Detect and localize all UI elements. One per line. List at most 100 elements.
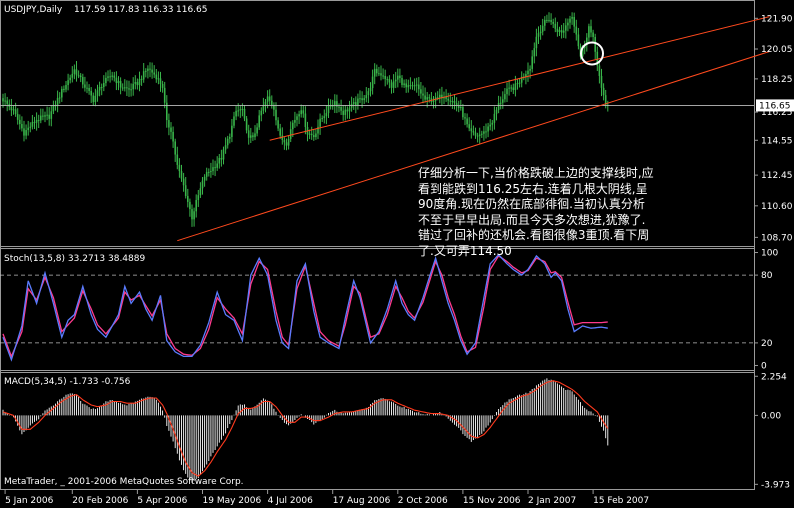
candle-body (464, 117, 466, 119)
candle-body (409, 85, 412, 87)
candle-body (149, 68, 151, 70)
candle-body (289, 129, 292, 139)
annotation-line: 看到能跌到116.25左右.连着几根大阴线,呈 (418, 181, 648, 196)
candle-body (191, 209, 193, 220)
candle-body (367, 91, 370, 96)
candle-body (357, 98, 359, 106)
candle-body (61, 88, 63, 98)
candle-body (161, 83, 164, 88)
candle-body (258, 115, 260, 128)
candle-body (237, 110, 239, 112)
candle-body (56, 98, 59, 106)
candle-body (260, 110, 263, 116)
candle-body (369, 88, 372, 92)
candle-body (252, 135, 254, 138)
candle-body (151, 69, 153, 73)
candle-body (451, 101, 454, 103)
chart-annotation: 仔细分析一下,当价格跌破上边的支撑线时,应 看到能跌到116.25左右.连着几根… (418, 166, 753, 259)
candle-body (264, 101, 267, 106)
candle-body (348, 107, 351, 112)
candle-body (67, 80, 69, 86)
candle-body (554, 23, 557, 29)
candle-body (325, 113, 328, 117)
candle-body (82, 77, 84, 85)
candle-body (481, 133, 483, 135)
candle-body (73, 69, 76, 74)
x-tick-label: 17 Aug 2006 (333, 496, 391, 506)
candle-body (138, 78, 141, 86)
candle-body (420, 89, 422, 94)
candle-body (29, 126, 32, 128)
candle-body (153, 72, 155, 75)
candle-body (449, 100, 452, 102)
candle-body (466, 118, 468, 125)
candle-body (195, 199, 197, 212)
stoch-y-tick: 0 (761, 361, 767, 371)
candle-body (136, 82, 139, 86)
candle-body (16, 114, 19, 120)
candle-body (92, 95, 95, 103)
x-tick-label: 15 Nov 2006 (463, 496, 521, 506)
candle-body (548, 20, 550, 22)
candle-body (350, 103, 353, 108)
candle-body (40, 115, 42, 121)
candle-body (474, 132, 477, 136)
candle-body (531, 56, 533, 69)
candle-body (159, 78, 162, 84)
candle-body (189, 201, 191, 210)
candle-body (134, 82, 137, 84)
candle-body (86, 87, 88, 89)
candle-body (512, 87, 515, 91)
candle-body (313, 135, 315, 138)
candle-body (411, 85, 414, 87)
candle-body (31, 121, 34, 127)
candle-body (145, 70, 147, 72)
candle-body (428, 97, 431, 99)
candle-body (392, 81, 395, 88)
candle-body (226, 138, 229, 146)
candle-body (48, 114, 50, 119)
candle-body (327, 105, 330, 114)
candle-body (176, 154, 179, 165)
candle-body (71, 73, 74, 78)
candle-body (79, 75, 82, 78)
candle-body (254, 133, 256, 138)
candle-body (222, 149, 225, 160)
candle-body (262, 105, 265, 111)
candle-body (229, 136, 231, 139)
price-y-tick: 110.60 (761, 202, 793, 212)
candle-body (415, 84, 418, 86)
candle-body (544, 19, 546, 26)
candle-body (168, 120, 170, 128)
candle-body (212, 167, 214, 172)
annotation-line: 90度角.现在仍然在底部徘徊.当初认真分析 (418, 197, 645, 211)
candle-body (323, 116, 326, 119)
stoch-y-tick: 20 (761, 339, 773, 349)
stoch-y-tick: 100 (761, 249, 778, 259)
price-y-tick: 120.05 (761, 45, 793, 55)
candle-body (493, 113, 496, 123)
candle-body (37, 119, 40, 121)
candle-body (14, 109, 17, 115)
candle-body (340, 106, 342, 111)
candle-body (552, 21, 554, 24)
price-y-tick: 108.70 (761, 233, 793, 243)
candle-body (170, 127, 172, 132)
candle-body (205, 171, 208, 177)
ohlc-high: 117.83 (108, 5, 140, 15)
candle-body (460, 107, 462, 109)
candle-body (342, 110, 344, 115)
candle-body (292, 122, 294, 130)
candle-body (100, 87, 103, 89)
candle-body (390, 82, 393, 88)
candle-body (478, 134, 481, 136)
x-tick-label: 2 Jan 2007 (528, 496, 576, 506)
candle-body (407, 85, 410, 88)
candle-body (44, 115, 46, 117)
candle-body (315, 133, 317, 138)
candle-body (174, 141, 176, 155)
candle-body (386, 79, 389, 81)
stochastic-panel-title: Stoch(13,5,8) 33.2713 38.4889 (4, 254, 145, 264)
candle-body (560, 30, 563, 33)
candle-body (182, 178, 185, 186)
